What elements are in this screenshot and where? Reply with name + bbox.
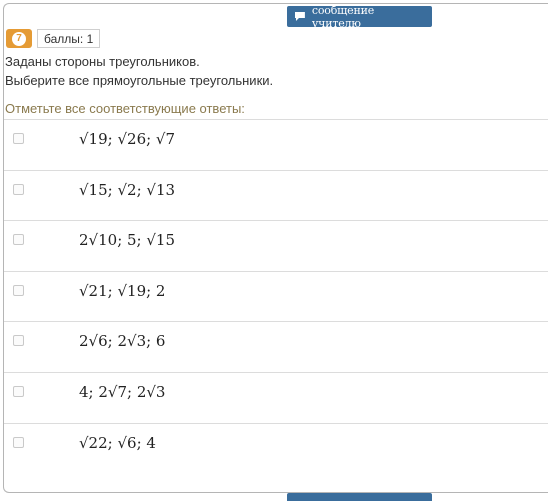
- answer-checkbox[interactable]: [13, 133, 24, 144]
- answer-option[interactable]: 2√10; 5; √15: [4, 220, 548, 271]
- answer-option-text: 2√10; 5; √15: [79, 231, 176, 250]
- answer-option[interactable]: 4; 2√7; 2√3: [4, 371, 548, 423]
- next-button[interactable]: [287, 493, 432, 501]
- points-label: баллы: 1: [37, 29, 101, 48]
- answer-option[interactable]: √22; √6; 4: [4, 422, 548, 474]
- message-teacher-label: сообщение учителю: [311, 3, 375, 30]
- question-header: 7 баллы: 1: [6, 29, 101, 48]
- answer-checkbox[interactable]: [13, 436, 24, 448]
- answer-option-text: 2√6; 2√3; 6: [79, 332, 166, 351]
- answer-option-text: √22; √6; 4: [79, 433, 156, 452]
- answer-checkbox[interactable]: [13, 234, 24, 246]
- answer-option-text: √19; √26; √7: [79, 130, 176, 148]
- answer-instruction: Отметьте все соответствующие ответы:: [5, 101, 245, 116]
- answer-option-text: 4; 2√7; 2√3: [79, 382, 166, 401]
- comment-icon: [294, 12, 305, 21]
- answer-option-text: √21; √19; 2: [79, 281, 166, 300]
- question-number-badge: 7: [6, 29, 32, 48]
- message-teacher-button[interactable]: сообщение учителю: [287, 3, 432, 30]
- answer-checkbox[interactable]: [13, 385, 24, 397]
- answer-option[interactable]: √19; √26; √7: [4, 119, 548, 170]
- answer-option[interactable]: √15; √2; √13: [4, 169, 548, 221]
- answer-options-list: √19; √26; √7 √15; √2; √13 2√10; 5; √15 √…: [4, 119, 548, 473]
- answer-checkbox[interactable]: [13, 183, 24, 195]
- answer-option-text: √15; √2; √13: [79, 180, 176, 199]
- answer-checkbox[interactable]: [13, 284, 24, 296]
- question-number: 7: [12, 31, 26, 46]
- answer-option[interactable]: 2√6; 2√3; 6: [4, 321, 548, 372]
- answer-option[interactable]: √21; √19; 2: [4, 270, 548, 322]
- question-text: Заданы стороны треугольников. Выберите в…: [5, 52, 273, 90]
- question-text-line2: Выберите все прямоугольные треугольники.: [5, 73, 274, 88]
- question-text-line1: Заданы стороны треугольников.: [5, 54, 200, 69]
- answer-checkbox[interactable]: [13, 335, 24, 347]
